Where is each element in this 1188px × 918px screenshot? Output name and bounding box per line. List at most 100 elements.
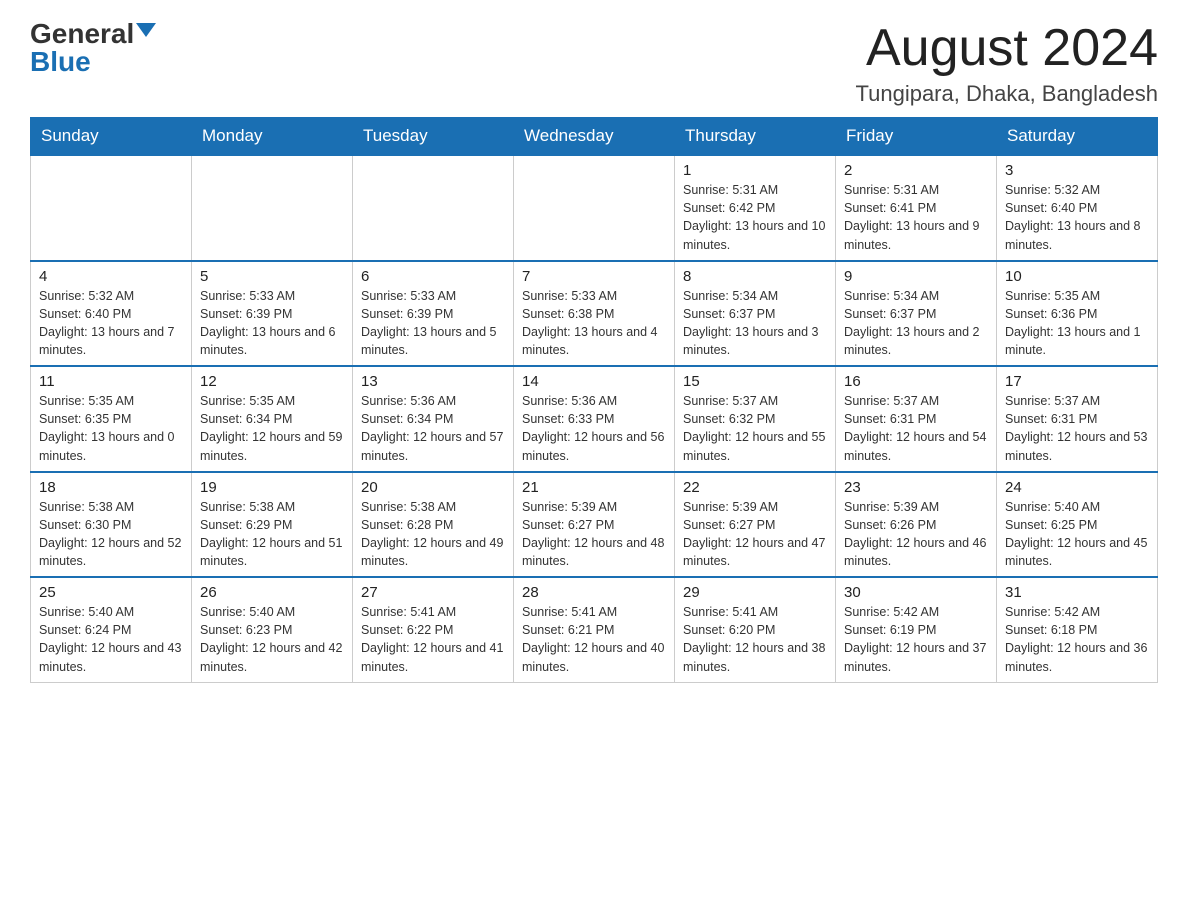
day-number: 18 [39, 479, 183, 496]
calendar-cell: 1 Sunrise: 5:31 AMSunset: 6:42 PMDaylight… [675, 155, 836, 261]
day-info: Sunrise: 5:40 AMSunset: 6:25 PMDaylight:… [1005, 498, 1149, 571]
day-info: Sunrise: 5:34 AMSunset: 6:37 PMDaylight:… [844, 287, 988, 360]
calendar-week-row: 11 Sunrise: 5:35 AMSunset: 6:35 PMDayligh… [31, 366, 1158, 472]
day-number: 8 [683, 268, 827, 285]
weekday-header-friday: Friday [836, 118, 997, 156]
day-number: 15 [683, 373, 827, 390]
calendar-cell: 7 Sunrise: 5:33 AMSunset: 6:38 PMDaylight… [514, 261, 675, 367]
day-number: 19 [200, 479, 344, 496]
calendar-cell: 13Sunrise: 5:36 AMSunset: 6:34 PMDayligh… [353, 366, 514, 472]
calendar-cell: 25 Sunrise: 5:40 AMSunset: 6:24 PMDayligh… [31, 577, 192, 682]
day-info: Sunrise: 5:38 AMSunset: 6:30 PMDaylight:… [39, 498, 183, 571]
calendar-week-row: 18 Sunrise: 5:38 AMSunset: 6:30 PMDayligh… [31, 472, 1158, 578]
day-info: Sunrise: 5:31 AMSunset: 6:42 PMDaylight:… [683, 181, 827, 254]
day-info: Sunrise: 5:42 AMSunset: 6:18 PMDaylight:… [1005, 603, 1149, 676]
logo-blue-text: Blue [30, 48, 91, 76]
calendar-cell: 20 Sunrise: 5:38 AMSunset: 6:28 PMDayligh… [353, 472, 514, 578]
day-info: Sunrise: 5:35 AMSunset: 6:35 PMDaylight:… [39, 392, 183, 465]
day-info: Sunrise: 5:33 AMSunset: 6:38 PMDaylight:… [522, 287, 666, 360]
day-number: 7 [522, 268, 666, 285]
day-number: 1 [683, 162, 827, 179]
calendar-cell: 18 Sunrise: 5:38 AMSunset: 6:30 PMDayligh… [31, 472, 192, 578]
day-number: 17 [1005, 373, 1149, 390]
calendar-cell: 8Sunrise: 5:34 AMSunset: 6:37 PMDaylight… [675, 261, 836, 367]
calendar-cell: 15 Sunrise: 5:37 AMSunset: 6:32 PMDayligh… [675, 366, 836, 472]
day-info: Sunrise: 5:35 AMSunset: 6:36 PMDaylight:… [1005, 287, 1149, 360]
weekday-header-row: SundayMondayTuesdayWednesdayThursdayFrid… [31, 118, 1158, 156]
calendar-cell: 30 Sunrise: 5:42 AMSunset: 6:19 PMDayligh… [836, 577, 997, 682]
day-number: 31 [1005, 584, 1149, 601]
day-info: Sunrise: 5:41 AMSunset: 6:21 PMDaylight:… [522, 603, 666, 676]
day-number: 29 [683, 584, 827, 601]
day-number: 3 [1005, 162, 1149, 179]
day-number: 27 [361, 584, 505, 601]
calendar-cell [31, 155, 192, 261]
location-text: Tungipara, Dhaka, Bangladesh [856, 81, 1159, 107]
day-info: Sunrise: 5:39 AMSunset: 6:27 PMDaylight:… [522, 498, 666, 571]
day-info: Sunrise: 5:38 AMSunset: 6:28 PMDaylight:… [361, 498, 505, 571]
calendar-cell: 4Sunrise: 5:32 AMSunset: 6:40 PMDaylight… [31, 261, 192, 367]
calendar-cell: 14Sunrise: 5:36 AMSunset: 6:33 PMDayligh… [514, 366, 675, 472]
logo-general-text: General [30, 20, 134, 48]
logo: General Blue [30, 20, 156, 76]
calendar-cell: 12 Sunrise: 5:35 AMSunset: 6:34 PMDayligh… [192, 366, 353, 472]
calendar-week-row: 4Sunrise: 5:32 AMSunset: 6:40 PMDaylight… [31, 261, 1158, 367]
day-number: 2 [844, 162, 988, 179]
calendar-cell: 16Sunrise: 5:37 AMSunset: 6:31 PMDayligh… [836, 366, 997, 472]
weekday-header-thursday: Thursday [675, 118, 836, 156]
day-info: Sunrise: 5:40 AMSunset: 6:24 PMDaylight:… [39, 603, 183, 676]
calendar-table: SundayMondayTuesdayWednesdayThursdayFrid… [30, 117, 1158, 683]
day-info: Sunrise: 5:33 AMSunset: 6:39 PMDaylight:… [200, 287, 344, 360]
day-number: 20 [361, 479, 505, 496]
calendar-cell [353, 155, 514, 261]
calendar-cell: 9 Sunrise: 5:34 AMSunset: 6:37 PMDaylight… [836, 261, 997, 367]
calendar-cell: 3 Sunrise: 5:32 AMSunset: 6:40 PMDaylight… [997, 155, 1158, 261]
calendar-cell: 11 Sunrise: 5:35 AMSunset: 6:35 PMDayligh… [31, 366, 192, 472]
day-info: Sunrise: 5:37 AMSunset: 6:32 PMDaylight:… [683, 392, 827, 465]
calendar-cell: 26Sunrise: 5:40 AMSunset: 6:23 PMDayligh… [192, 577, 353, 682]
calendar-cell: 28 Sunrise: 5:41 AMSunset: 6:21 PMDayligh… [514, 577, 675, 682]
calendar-cell: 6 Sunrise: 5:33 AMSunset: 6:39 PMDaylight… [353, 261, 514, 367]
day-number: 23 [844, 479, 988, 496]
calendar-cell: 2Sunrise: 5:31 AMSunset: 6:41 PMDaylight… [836, 155, 997, 261]
title-area: August 2024 Tungipara, Dhaka, Bangladesh [856, 20, 1159, 107]
calendar-week-row: 1 Sunrise: 5:31 AMSunset: 6:42 PMDaylight… [31, 155, 1158, 261]
weekday-header-tuesday: Tuesday [353, 118, 514, 156]
calendar-cell [514, 155, 675, 261]
calendar-cell: 22Sunrise: 5:39 AMSunset: 6:27 PMDayligh… [675, 472, 836, 578]
day-info: Sunrise: 5:33 AMSunset: 6:39 PMDaylight:… [361, 287, 505, 360]
day-number: 28 [522, 584, 666, 601]
day-info: Sunrise: 5:39 AMSunset: 6:26 PMDaylight:… [844, 498, 988, 571]
weekday-header-wednesday: Wednesday [514, 118, 675, 156]
day-number: 21 [522, 479, 666, 496]
calendar-cell: 17Sunrise: 5:37 AMSunset: 6:31 PMDayligh… [997, 366, 1158, 472]
weekday-header-saturday: Saturday [997, 118, 1158, 156]
day-number: 4 [39, 268, 183, 285]
calendar-cell: 24 Sunrise: 5:40 AMSunset: 6:25 PMDayligh… [997, 472, 1158, 578]
day-number: 11 [39, 373, 183, 390]
calendar-cell [192, 155, 353, 261]
day-number: 25 [39, 584, 183, 601]
calendar-cell: 27Sunrise: 5:41 AMSunset: 6:22 PMDayligh… [353, 577, 514, 682]
day-number: 6 [361, 268, 505, 285]
day-info: Sunrise: 5:32 AMSunset: 6:40 PMDaylight:… [1005, 181, 1149, 254]
day-number: 13 [361, 373, 505, 390]
day-number: 9 [844, 268, 988, 285]
month-title: August 2024 [856, 20, 1159, 77]
calendar-cell: 21 Sunrise: 5:39 AMSunset: 6:27 PMDayligh… [514, 472, 675, 578]
day-number: 16 [844, 373, 988, 390]
day-info: Sunrise: 5:42 AMSunset: 6:19 PMDaylight:… [844, 603, 988, 676]
day-info: Sunrise: 5:36 AMSunset: 6:33 PMDaylight:… [522, 392, 666, 465]
day-number: 5 [200, 268, 344, 285]
calendar-cell: 29 Sunrise: 5:41 AMSunset: 6:20 PMDayligh… [675, 577, 836, 682]
day-info: Sunrise: 5:41 AMSunset: 6:20 PMDaylight:… [683, 603, 827, 676]
calendar-cell: 10 Sunrise: 5:35 AMSunset: 6:36 PMDayligh… [997, 261, 1158, 367]
day-number: 10 [1005, 268, 1149, 285]
calendar-cell: 31 Sunrise: 5:42 AMSunset: 6:18 PMDayligh… [997, 577, 1158, 682]
day-info: Sunrise: 5:35 AMSunset: 6:34 PMDaylight:… [200, 392, 344, 465]
day-number: 24 [1005, 479, 1149, 496]
logo-triangle-icon [136, 23, 156, 37]
weekday-header-sunday: Sunday [31, 118, 192, 156]
day-number: 30 [844, 584, 988, 601]
day-number: 12 [200, 373, 344, 390]
